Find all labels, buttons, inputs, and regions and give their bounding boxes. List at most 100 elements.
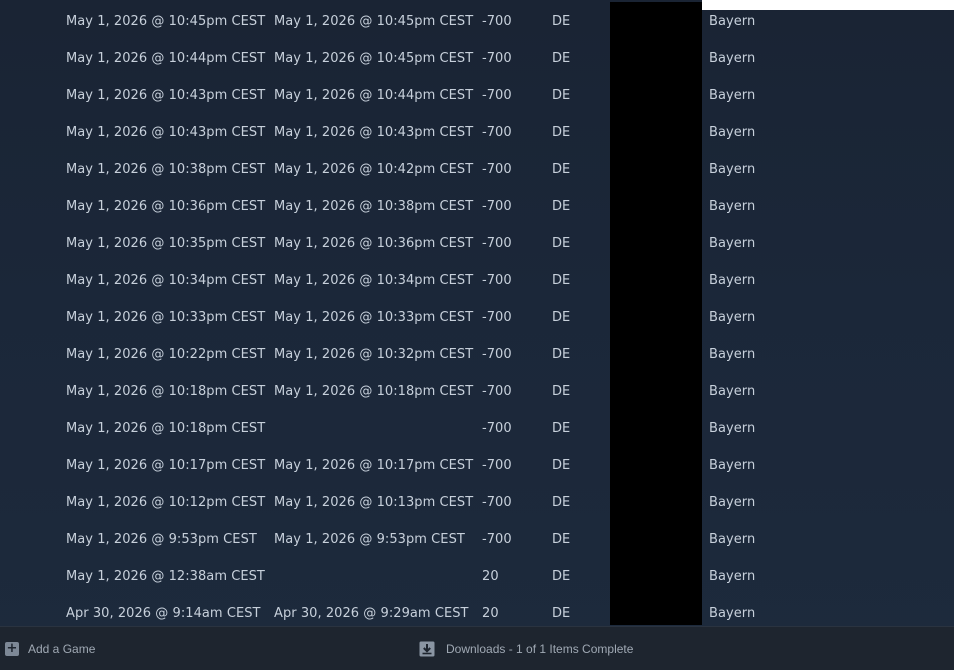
start-time-cell: May 1, 2026 @ 10:18pm CEST (66, 421, 266, 436)
value-cell: -700 (482, 162, 512, 177)
end-time-cell: May 1, 2026 @ 10:45pm CEST (274, 51, 474, 66)
value-cell: -700 (482, 495, 512, 510)
table-row: May 1, 2026 @ 10:18pm CEST May 1, 2026 @… (0, 373, 954, 410)
end-time-cell: May 1, 2026 @ 10:45pm CEST (274, 14, 474, 29)
country-cell: DE (552, 51, 571, 66)
end-time-cell: May 1, 2026 @ 10:18pm CEST (274, 384, 474, 399)
value-cell: -700 (482, 273, 512, 288)
end-time-cell: May 1, 2026 @ 10:17pm CEST (274, 458, 474, 473)
table-row: May 1, 2026 @ 10:18pm CEST -700 DE Bayer… (0, 410, 954, 447)
region-cell: Bayern (709, 495, 756, 510)
end-time-cell: May 1, 2026 @ 10:34pm CEST (274, 273, 474, 288)
download-icon (419, 641, 435, 657)
value-cell: -700 (482, 88, 512, 103)
start-time-cell: May 1, 2026 @ 9:53pm CEST (66, 532, 257, 547)
value-cell: 20 (482, 606, 499, 621)
start-time-cell: May 1, 2026 @ 10:45pm CEST (66, 14, 266, 29)
region-cell: Bayern (709, 199, 756, 214)
redacted-column (610, 2, 702, 625)
start-time-cell: May 1, 2026 @ 10:43pm CEST (66, 125, 266, 140)
table-row: May 1, 2026 @ 10:35pm CEST May 1, 2026 @… (0, 225, 954, 262)
plus-icon: + (5, 641, 19, 656)
region-cell: Bayern (709, 236, 756, 251)
end-time-cell: May 1, 2026 @ 10:43pm CEST (274, 125, 474, 140)
region-cell: Bayern (709, 162, 756, 177)
start-time-cell: May 1, 2026 @ 10:34pm CEST (66, 273, 266, 288)
value-cell: -700 (482, 421, 512, 436)
region-cell: Bayern (709, 14, 756, 29)
downloads-button[interactable]: Downloads - 1 of 1 Items Complete (419, 640, 633, 658)
value-cell: -700 (482, 310, 512, 325)
country-cell: DE (552, 88, 571, 103)
start-time-cell: May 1, 2026 @ 10:44pm CEST (66, 51, 266, 66)
login-history-table: May 1, 2026 @ 10:45pm CEST May 1, 2026 @… (0, 3, 954, 632)
table-row: May 1, 2026 @ 10:12pm CEST May 1, 2026 @… (0, 484, 954, 521)
value-cell: -700 (482, 236, 512, 251)
start-time-cell: May 1, 2026 @ 10:38pm CEST (66, 162, 266, 177)
region-cell: Bayern (709, 384, 756, 399)
add-game-label: Add a Game (28, 642, 96, 656)
country-cell: DE (552, 421, 571, 436)
end-time-cell: May 1, 2026 @ 10:33pm CEST (274, 310, 474, 325)
bottom-bar: + Add a Game Downloads - 1 of 1 Items Co… (0, 626, 954, 670)
steam-client-window: May 1, 2026 @ 10:45pm CEST May 1, 2026 @… (0, 0, 954, 670)
start-time-cell: May 1, 2026 @ 12:38am CEST (66, 569, 265, 584)
start-time-cell: May 1, 2026 @ 10:17pm CEST (66, 458, 266, 473)
value-cell: -700 (482, 347, 512, 362)
region-cell: Bayern (709, 606, 756, 621)
table-row: May 1, 2026 @ 9:53pm CEST May 1, 2026 @ … (0, 521, 954, 558)
table-row: May 1, 2026 @ 10:44pm CEST May 1, 2026 @… (0, 40, 954, 77)
table-row: May 1, 2026 @ 10:38pm CEST May 1, 2026 @… (0, 151, 954, 188)
region-cell: Bayern (709, 88, 756, 103)
add-game-button[interactable]: + Add a Game (5, 640, 95, 658)
region-cell: Bayern (709, 273, 756, 288)
table-row: May 1, 2026 @ 10:43pm CEST May 1, 2026 @… (0, 77, 954, 114)
start-time-cell: May 1, 2026 @ 10:18pm CEST (66, 384, 266, 399)
region-cell: Bayern (709, 125, 756, 140)
end-time-cell: May 1, 2026 @ 10:44pm CEST (274, 88, 474, 103)
country-cell: DE (552, 347, 571, 362)
end-time-cell: May 1, 2026 @ 10:42pm CEST (274, 162, 474, 177)
table-row: May 1, 2026 @ 10:22pm CEST May 1, 2026 @… (0, 336, 954, 373)
table-row: May 1, 2026 @ 12:38am CEST 20 DE Bayern (0, 558, 954, 595)
country-cell: DE (552, 273, 571, 288)
start-time-cell: May 1, 2026 @ 10:43pm CEST (66, 88, 266, 103)
table-row: May 1, 2026 @ 10:17pm CEST May 1, 2026 @… (0, 447, 954, 484)
country-cell: DE (552, 162, 571, 177)
region-cell: Bayern (709, 310, 756, 325)
country-cell: DE (552, 458, 571, 473)
country-cell: DE (552, 125, 571, 140)
region-cell: Bayern (709, 458, 756, 473)
end-time-cell: May 1, 2026 @ 9:53pm CEST (274, 532, 465, 547)
country-cell: DE (552, 236, 571, 251)
country-cell: DE (552, 384, 571, 399)
country-cell: DE (552, 606, 571, 621)
end-time-cell: May 1, 2026 @ 10:13pm CEST (274, 495, 474, 510)
region-cell: Bayern (709, 421, 756, 436)
value-cell: -700 (482, 14, 512, 29)
country-cell: DE (552, 495, 571, 510)
end-time-cell: May 1, 2026 @ 10:38pm CEST (274, 199, 474, 214)
region-cell: Bayern (709, 532, 756, 547)
country-cell: DE (552, 14, 571, 29)
value-cell: -700 (482, 51, 512, 66)
start-time-cell: May 1, 2026 @ 10:33pm CEST (66, 310, 266, 325)
start-time-cell: May 1, 2026 @ 10:12pm CEST (66, 495, 266, 510)
value-cell: 20 (482, 569, 499, 584)
country-cell: DE (552, 532, 571, 547)
start-time-cell: May 1, 2026 @ 10:22pm CEST (66, 347, 266, 362)
table-row: May 1, 2026 @ 10:43pm CEST May 1, 2026 @… (0, 114, 954, 151)
start-time-cell: May 1, 2026 @ 10:35pm CEST (66, 236, 266, 251)
region-cell: Bayern (709, 347, 756, 362)
end-time-cell: May 1, 2026 @ 10:32pm CEST (274, 347, 474, 362)
region-cell: Bayern (709, 51, 756, 66)
country-cell: DE (552, 199, 571, 214)
value-cell: -700 (482, 532, 512, 547)
start-time-cell: May 1, 2026 @ 10:36pm CEST (66, 199, 266, 214)
start-time-cell: Apr 30, 2026 @ 9:14am CEST (66, 606, 261, 621)
downloads-status-label: Downloads - 1 of 1 Items Complete (446, 642, 634, 656)
table-row: May 1, 2026 @ 10:45pm CEST May 1, 2026 @… (0, 3, 954, 40)
country-cell: DE (552, 569, 571, 584)
table-row: May 1, 2026 @ 10:34pm CEST May 1, 2026 @… (0, 262, 954, 299)
value-cell: -700 (482, 458, 512, 473)
